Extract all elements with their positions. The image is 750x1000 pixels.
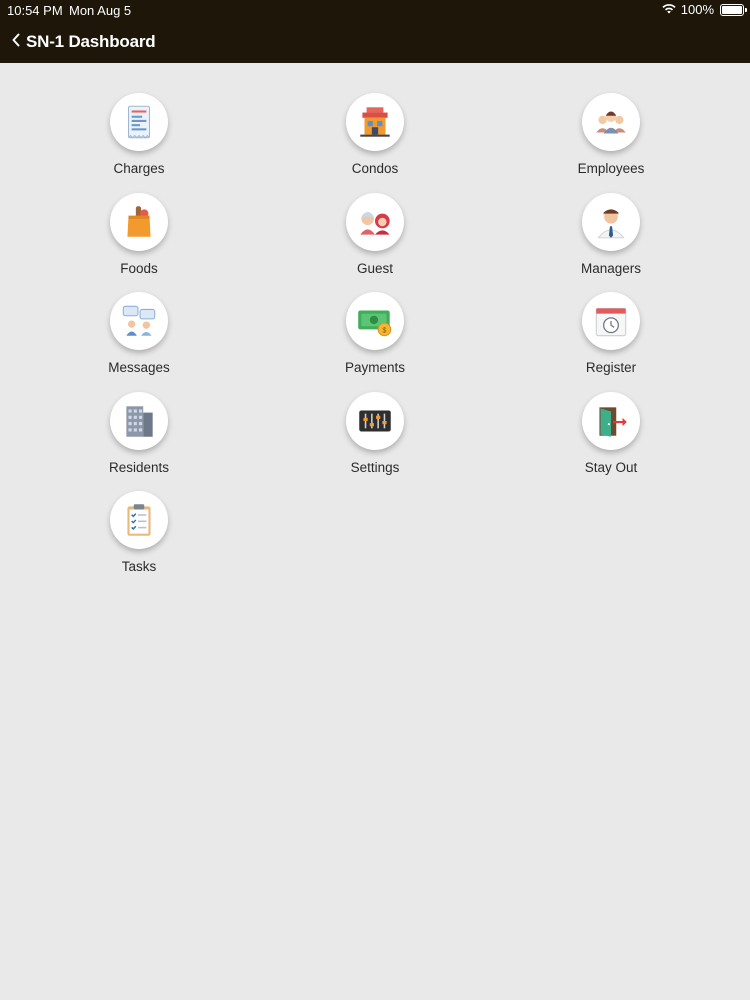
tile-messages[interactable]: Messages — [69, 262, 209, 375]
exit-door-icon[interactable] — [582, 392, 640, 450]
status-right: 100% — [661, 2, 747, 17]
cash-money-icon[interactable]: $ — [346, 292, 404, 350]
clipboard-checklist-icon[interactable] — [110, 491, 168, 549]
tile-payments[interactable]: $ Payments — [305, 262, 445, 375]
tile-employees[interactable]: Employees — [541, 63, 681, 176]
status-date: Mon Aug 5 — [69, 3, 132, 18]
chevron-left-icon[interactable] — [12, 32, 20, 50]
tile-stay-out[interactable]: Stay Out — [541, 362, 681, 475]
svg-text:$: $ — [382, 326, 386, 335]
tile-foods[interactable]: Foods — [69, 163, 209, 276]
tile-guest[interactable]: Guest — [305, 163, 445, 276]
battery-icon — [720, 3, 747, 16]
tile-settings[interactable]: Settings — [305, 362, 445, 475]
tile-label[interactable]: Settings — [305, 460, 445, 475]
building-storefront-icon[interactable] — [346, 93, 404, 151]
guests-icon[interactable] — [346, 193, 404, 251]
group-people-icon[interactable] — [582, 93, 640, 151]
tile-label[interactable]: Stay Out — [541, 460, 681, 475]
page-title[interactable]: SN-1 Dashboard — [26, 32, 156, 52]
top-bar: 10:54 PM Mon Aug 5 100% SN-1 Dashboard — [0, 0, 750, 63]
tile-managers[interactable]: Managers — [541, 163, 681, 276]
status-time: 10:54 PM — [7, 3, 63, 18]
chat-people-icon[interactable] — [110, 292, 168, 350]
apartment-tower-icon[interactable] — [110, 392, 168, 450]
tile-register[interactable]: Register — [541, 262, 681, 375]
dashboard-grid: Charges Condos Employees Foods Guest Man… — [0, 63, 750, 1000]
manager-icon[interactable] — [582, 193, 640, 251]
tile-charges[interactable]: Charges — [69, 63, 209, 176]
receipt-icon[interactable] — [110, 93, 168, 151]
wifi-icon — [661, 2, 677, 17]
tile-condos[interactable]: Condos — [305, 63, 445, 176]
tile-label[interactable]: Tasks — [69, 559, 209, 574]
tile-residents[interactable]: Residents — [69, 362, 209, 475]
sliders-icon[interactable] — [346, 392, 404, 450]
grocery-bag-icon[interactable] — [110, 193, 168, 251]
tile-tasks[interactable]: Tasks — [69, 461, 209, 574]
battery-percent: 100% — [680, 2, 714, 17]
calendar-clock-icon[interactable] — [582, 292, 640, 350]
back-button[interactable]: SN-1 Dashboard — [12, 30, 156, 54]
